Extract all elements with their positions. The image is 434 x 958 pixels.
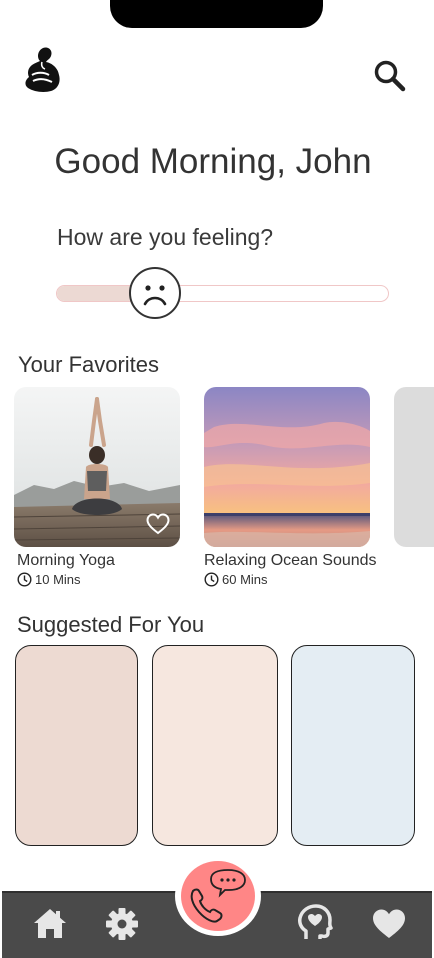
head-heart-icon — [298, 904, 333, 939]
nav-mindfulness-button[interactable] — [296, 904, 334, 942]
device-notch — [110, 0, 323, 28]
clock-icon — [17, 572, 32, 587]
favorite-title: Morning Yoga — [17, 552, 115, 569]
favorite-card-ocean-sounds[interactable]: Relaxing Ocean Sounds 60 Mins — [204, 387, 377, 587]
favorite-duration-text: 60 Mins — [222, 572, 268, 587]
favorites-heading: Your Favorites — [18, 352, 160, 377]
heart-icon — [373, 909, 405, 938]
favorite-card-peek[interactable] — [394, 387, 434, 547]
search-button[interactable] — [372, 58, 408, 94]
favorite-duration: 60 Mins — [204, 572, 370, 587]
mood-slider-track[interactable] — [56, 285, 389, 302]
clock-icon — [204, 572, 219, 587]
chat-call-icon — [190, 869, 246, 923]
greeting-title: Good Morning, John — [54, 142, 372, 181]
mood-question: How are you feeling? — [57, 224, 274, 250]
chat-call-button[interactable] — [181, 861, 255, 931]
favorite-duration-text: 10 Mins — [35, 572, 81, 587]
favorite-duration: 10 Mins — [17, 572, 180, 587]
suggested-card[interactable] — [15, 645, 138, 846]
favorite-card-morning-yoga[interactable]: Morning Yoga 10 Mins — [14, 387, 180, 587]
person-embrace-logo-icon — [25, 47, 60, 92]
suggested-heading: Suggested For You — [17, 612, 205, 637]
suggested-card[interactable] — [152, 645, 278, 846]
suggested-card[interactable] — [291, 645, 415, 846]
heart-outline-icon — [146, 513, 170, 535]
nav-settings-button[interactable] — [104, 906, 140, 942]
home-icon — [34, 909, 66, 938]
nav-favorites-button[interactable] — [371, 906, 407, 942]
sad-face-icon — [143, 285, 167, 306]
nav-home-button[interactable] — [32, 906, 68, 942]
mood-slider-thumb[interactable] — [129, 267, 182, 319]
ocean-sunset-photo — [204, 387, 370, 547]
gear-icon — [106, 908, 138, 940]
favorite-title: Relaxing Ocean Sounds — [204, 552, 377, 569]
app-logo — [22, 44, 64, 94]
favorite-toggle-button[interactable] — [146, 513, 170, 535]
yoga-photo — [14, 387, 180, 547]
search-icon — [374, 60, 406, 92]
